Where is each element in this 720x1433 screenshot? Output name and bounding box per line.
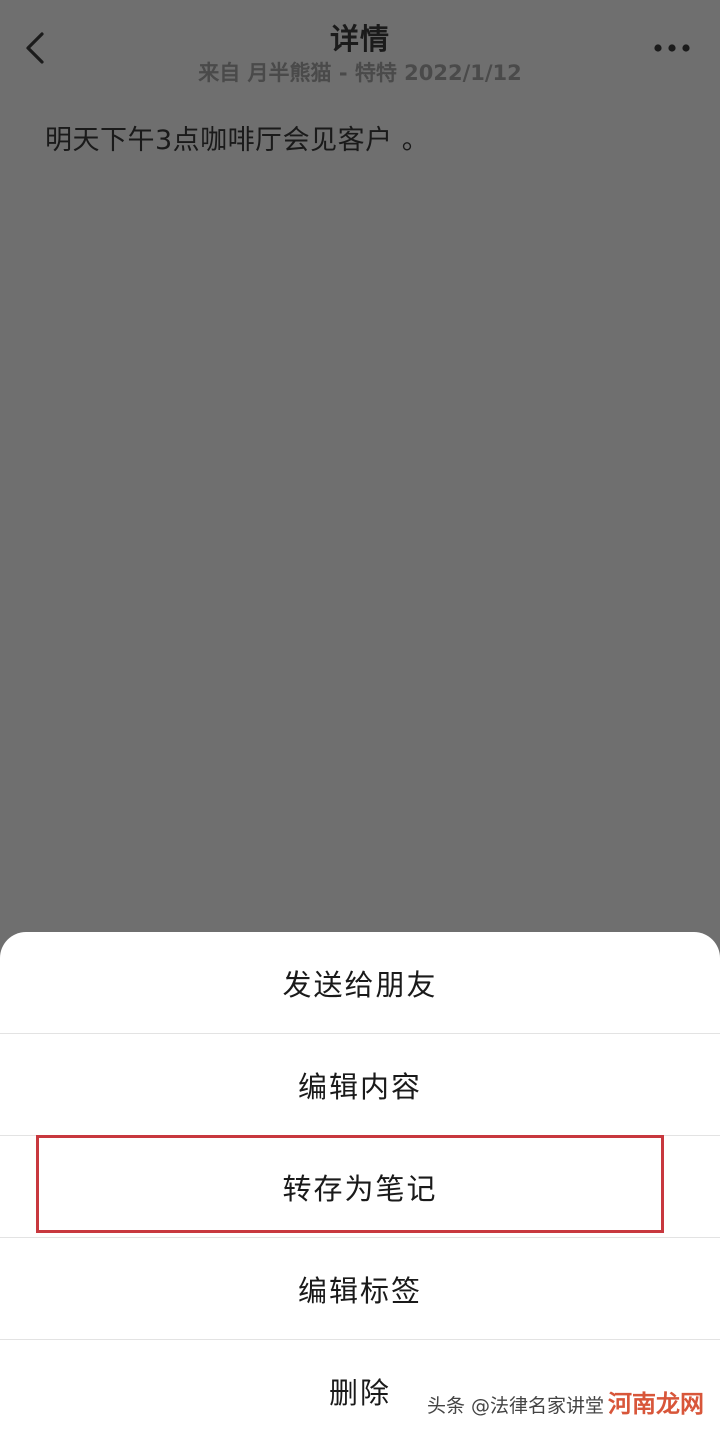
send-to-friend-button[interactable]: 发送给朋友 bbox=[0, 932, 720, 1033]
watermark: 头条 @法律名家讲堂 河南龙网 bbox=[427, 1384, 704, 1419]
detail-screen: 详情 来自 月半熊猫 - 特特 2022/1/12 明天下午3点咖啡厅会见客户 … bbox=[0, 0, 720, 1433]
edit-tags-button[interactable]: 编辑标签 bbox=[0, 1238, 720, 1339]
watermark-text: 头条 @法律名家讲堂 bbox=[426, 1395, 604, 1417]
watermark-brand: 河南龙网 bbox=[608, 1390, 704, 1418]
note-content: 明天下午3点咖啡厅会见客户 。 bbox=[45, 125, 430, 156]
edit-content-button[interactable]: 编辑内容 bbox=[0, 1034, 720, 1135]
page-subtitle: 来自 月半熊猫 - 特特 2022/1/12 bbox=[198, 61, 522, 85]
highlight-annotation bbox=[36, 1135, 664, 1233]
more-horizontal-icon bbox=[654, 44, 690, 52]
page-title: 详情 bbox=[329, 22, 390, 56]
more-button[interactable] bbox=[650, 30, 694, 66]
header-bar: 详情 来自 月半熊猫 - 特特 2022/1/12 bbox=[0, 0, 720, 92]
